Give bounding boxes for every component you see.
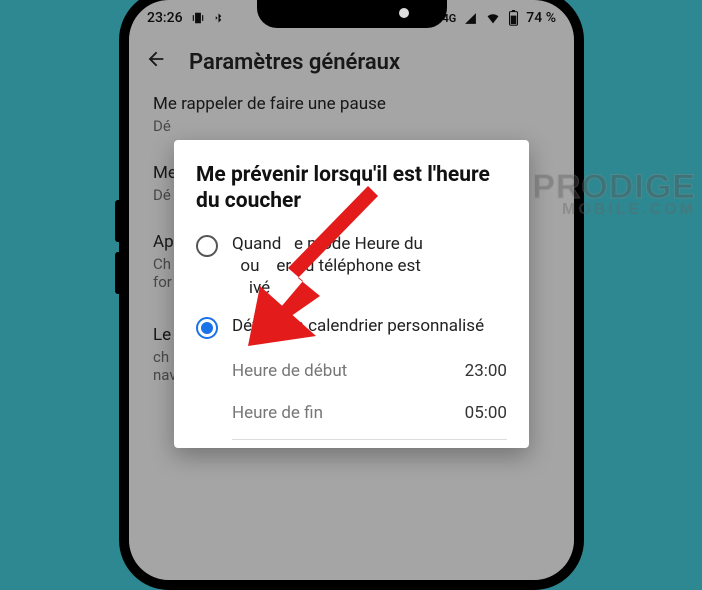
wifi-icon [485, 12, 501, 25]
status-time: 23:26 [147, 10, 183, 26]
screen: 23:26 4G [129, 0, 574, 580]
radio-label: Définir un calendrier personnalisé [232, 315, 484, 337]
dialog-title: Me prévenir lorsqu'il est l'heure du cou… [196, 162, 507, 215]
setting-remind-break[interactable]: Me rappeler de faire une pause Dé [153, 94, 550, 135]
end-time-label: Heure de fin [232, 403, 323, 423]
vibrate-icon [191, 11, 205, 25]
phone-notch [257, 0, 447, 28]
page-title: Paramètres généraux [189, 50, 400, 75]
volume-down-button[interactable] [115, 252, 119, 294]
radio-option-phone-bedtime[interactable]: Quand e mode Heure du ou er du téléphone… [196, 233, 507, 299]
setting-title: Me rappeler de faire une pause [153, 94, 550, 114]
bluetooth-icon [213, 11, 224, 25]
start-time-row[interactable]: Heure de début 23:00 [196, 355, 507, 387]
end-time-value: 05:00 [465, 403, 507, 423]
divider [232, 439, 507, 440]
front-camera [399, 8, 409, 18]
volume-up-button[interactable] [115, 200, 119, 242]
start-time-value: 23:00 [465, 361, 507, 381]
radio-label: Quand e mode Heure du ou er du téléphone… [232, 233, 423, 299]
battery-icon [508, 10, 519, 26]
bedtime-dialog: Me prévenir lorsqu'il est l'heure du cou… [174, 140, 529, 448]
setting-sub: Dé [153, 117, 550, 135]
start-time-label: Heure de début [232, 361, 347, 381]
end-time-row[interactable]: Heure de fin 05:00 [196, 397, 507, 429]
radio-checked-icon [196, 317, 218, 339]
back-icon[interactable] [145, 48, 167, 76]
radio-option-custom-schedule[interactable]: Définir un calendrier personnalisé [196, 315, 507, 339]
signal-icon [463, 12, 478, 25]
app-header: Paramètres généraux [129, 36, 574, 94]
radio-unchecked-icon [196, 235, 218, 257]
phone-frame: 23:26 4G [119, 0, 584, 590]
battery-percent: 74 % [526, 10, 556, 26]
